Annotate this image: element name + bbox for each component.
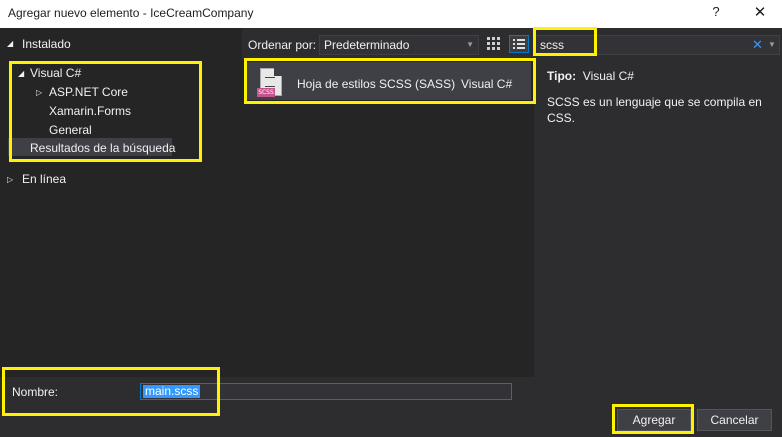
- list-view-icon[interactable]: [509, 35, 529, 53]
- sort-value: Predeterminado: [324, 38, 410, 52]
- bottom-bar: Nombre: main.scss Agregar Cancelar: [0, 377, 782, 437]
- item-name: Hoja de estilos SCSS (SASS): [297, 77, 456, 91]
- scss-file-icon: SCSS: [257, 68, 282, 97]
- scss-badge: SCSS: [257, 88, 275, 97]
- tree-item-xamarin-forms[interactable]: Xamarin.Forms: [49, 104, 131, 118]
- cancel-button[interactable]: Cancelar: [697, 409, 772, 431]
- details-pane: Tipo: Visual C# SCSS es un lenguaje que …: [534, 60, 782, 377]
- add-button[interactable]: Agregar: [617, 409, 691, 431]
- name-field[interactable]: main.scss: [140, 383, 512, 400]
- type-value: Visual C#: [582, 69, 634, 83]
- tree-item-general[interactable]: General: [49, 123, 92, 137]
- search-box: ✕ ▼: [535, 35, 780, 55]
- title-bar: Agregar nuevo elemento - IceCreamCompany…: [0, 0, 782, 28]
- expanded-arrow-icon[interactable]: ◢: [7, 39, 13, 48]
- type-label: Tipo:: [547, 69, 577, 83]
- expanded-arrow-icon[interactable]: ◢: [18, 69, 24, 78]
- list-item[interactable]: SCSS Hoja de estilos SCSS (SASS) Visual …: [246, 62, 531, 100]
- chevron-down-icon[interactable]: ▼: [768, 40, 776, 49]
- tree-item-visual-csharp[interactable]: Visual C#: [30, 66, 81, 80]
- clear-search-icon[interactable]: ✕: [752, 37, 763, 53]
- name-value: main.scss: [143, 384, 201, 398]
- help-button[interactable]: ?: [709, 4, 723, 19]
- sort-dropdown[interactable]: Predeterminado ▼: [319, 35, 479, 55]
- name-label: Nombre:: [12, 385, 59, 399]
- tree-item-online[interactable]: En línea: [22, 172, 66, 186]
- chevron-down-icon: ▼: [466, 40, 474, 49]
- description-text: SCSS es un lenguaje que se compila en CS…: [547, 95, 762, 125]
- window-title: Agregar nuevo elemento - IceCreamCompany: [8, 6, 254, 20]
- item-language: Visual C#: [461, 77, 513, 91]
- sort-label: Ordenar por:: [248, 38, 317, 52]
- toolbar: Ordenar por: Predeterminado ▼ ✕ ▼: [242, 28, 782, 60]
- tree-item-aspnet-core[interactable]: ASP.NET Core: [49, 85, 128, 99]
- type-row: Tipo: Visual C#: [547, 69, 634, 83]
- tree-item-installed[interactable]: Instalado: [22, 37, 71, 51]
- collapsed-arrow-icon[interactable]: ▷: [7, 175, 13, 184]
- template-tree: ◢ Instalado ◢ Visual C# ▷ ASP.NET Core X…: [0, 28, 242, 377]
- template-list: SCSS Hoja de estilos SCSS (SASS) Visual …: [242, 60, 534, 377]
- grid-view-icon[interactable]: [487, 37, 501, 51]
- collapsed-arrow-icon[interactable]: ▷: [36, 88, 42, 97]
- close-button[interactable]: ✕: [750, 3, 770, 21]
- search-input[interactable]: [540, 38, 740, 52]
- tree-item-search-results[interactable]: Resultados de la búsqueda: [30, 141, 175, 155]
